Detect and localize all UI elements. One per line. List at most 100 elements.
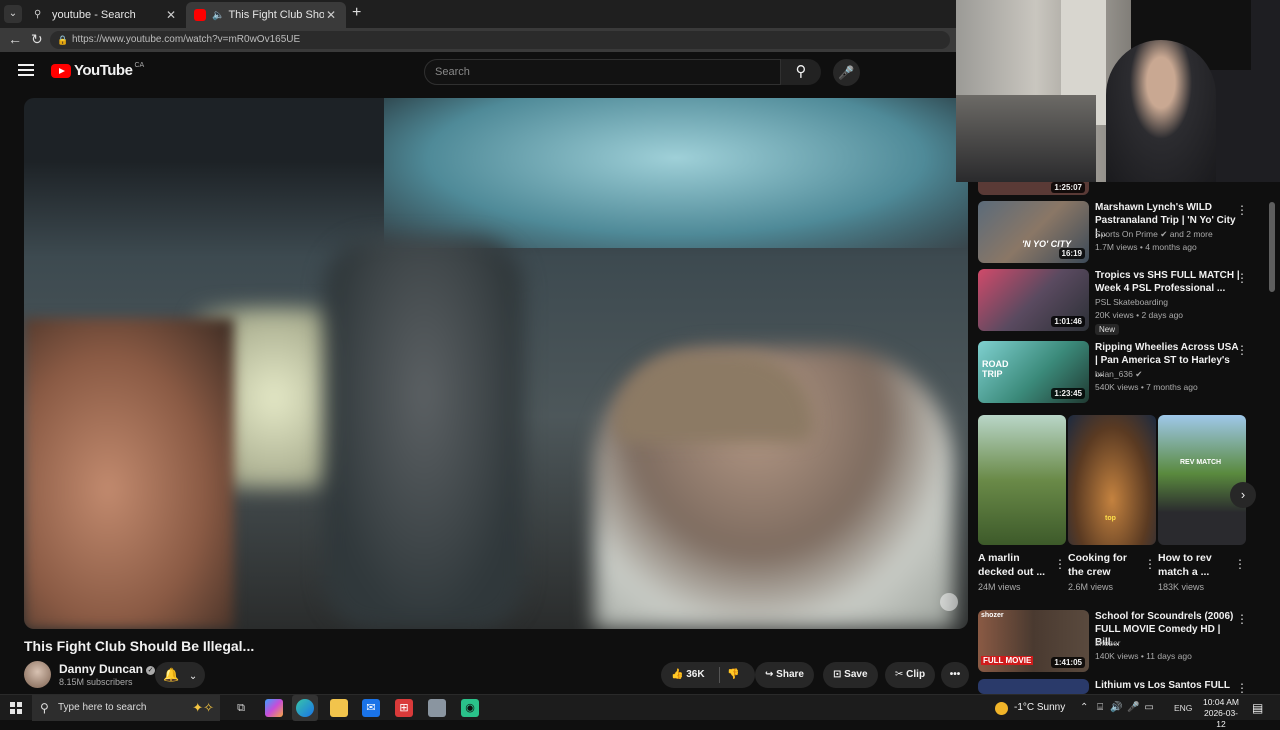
gift-app-icon[interactable]: ⊞ — [395, 699, 413, 717]
new-tab-button[interactable]: + — [352, 4, 361, 22]
clock-date: 2026-03-12 — [1203, 708, 1239, 729]
channel-avatar[interactable] — [24, 661, 51, 688]
game-app-icon[interactable]: ◉ — [461, 699, 479, 717]
more-vertical-icon[interactable]: ⋮ — [1236, 612, 1248, 626]
scrollbar-thumb[interactable] — [1269, 202, 1275, 292]
edge-browser-icon[interactable] — [296, 699, 314, 717]
like-button[interactable]: 👍 36K — [671, 669, 705, 680]
more-vertical-icon[interactable]: ⋮ — [1054, 557, 1066, 571]
video-player[interactable] — [24, 98, 968, 629]
notifications-button[interactable]: 🔔 ⌄ — [155, 662, 205, 688]
shorts-next-button[interactable]: › — [1230, 482, 1256, 508]
thumbnail-top-text: shozer — [981, 612, 1004, 619]
video-frame-sky — [384, 98, 968, 248]
browser-tab-search[interactable]: ⚲ youtube - Search ✕ — [26, 2, 186, 28]
sidebar-video-item[interactable]: Lithium vs Los Santos FULL ⋮ — [978, 679, 1268, 694]
network-icon[interactable]: ⌸ — [1097, 702, 1103, 713]
copilot-icon[interactable] — [265, 699, 283, 717]
short-item[interactable]: top Cooking for the crew 2.6M views ⋮ — [1068, 415, 1156, 592]
dislike-button[interactable]: 👎 — [727, 662, 739, 688]
search-input[interactable]: Search — [424, 59, 781, 85]
channel-extra: and 2 more — [1169, 229, 1213, 239]
taskbar-search-placeholder: Type here to search — [58, 702, 147, 713]
display-icon[interactable]: ▭ — [1144, 702, 1153, 713]
more-vertical-icon[interactable]: ⋮ — [1236, 343, 1248, 357]
sidebar-video-item[interactable]: ROAD TRIP 1:23:45 Ripping Wheelies Acros… — [978, 341, 1268, 403]
thumbs-up-icon: 👍 — [671, 669, 684, 680]
close-tab-icon[interactable]: ✕ — [324, 8, 338, 22]
like-count: 36K — [686, 669, 705, 680]
chevron-down-icon: ⌄ — [188, 671, 198, 682]
video-meta: 20K views • 2 days ago — [1095, 310, 1184, 320]
taskbar-clock[interactable]: 10:04 AM 2026-03-12 — [1200, 697, 1242, 730]
short-item[interactable]: A marlin decked out ... 24M views ⋮ — [978, 415, 1066, 592]
video-title: Tropics vs SHS FULL MATCH | Week 4 PSL P… — [1095, 270, 1240, 294]
video-thumbnail[interactable]: shozer FULL MOVIE 1:41:05 — [978, 610, 1089, 672]
channel-watermark-icon[interactable] — [940, 593, 958, 611]
short-thumbnail[interactable] — [978, 415, 1066, 545]
microphone-icon[interactable]: 🎤 — [1127, 702, 1139, 713]
sun-icon — [995, 701, 1008, 715]
mail-icon[interactable]: ✉ — [362, 699, 380, 717]
sidebar-video-item[interactable]: 'N YO' CITY 16:19 Marshawn Lynch's WILD … — [978, 201, 1268, 263]
chevron-up-icon[interactable]: ⌃ — [1080, 702, 1088, 713]
refresh-icon[interactable]: ↻ — [31, 31, 43, 48]
windows-taskbar: ⚲ Type here to search ✦✧ ⧉ ✉ ⊞ ◉ -1°C Su… — [0, 694, 1280, 729]
short-title: A marlin decked out ... — [978, 552, 1046, 578]
more-vertical-icon[interactable]: ⋮ — [1236, 203, 1248, 217]
channel-name: brian_636 — [1095, 369, 1133, 379]
video-frame-person-left — [24, 318, 234, 629]
windows-start-icon[interactable] — [10, 702, 22, 714]
task-view-icon[interactable]: ⧉ — [232, 699, 250, 717]
desktop-app-icon[interactable] — [428, 699, 446, 717]
speaker-icon[interactable]: 🔈 — [212, 10, 224, 21]
taskbar-search-input[interactable]: ⚲ Type here to search ✦✧ — [32, 695, 220, 721]
sidebar-video-item[interactable]: 1:01:46 Tropics vs SHS FULL MATCH | Week… — [978, 269, 1268, 339]
language-indicator[interactable]: ENG — [1174, 695, 1192, 721]
sidebar-video-item[interactable]: shozer FULL MOVIE 1:41:05 School for Sco… — [978, 610, 1268, 672]
hamburger-menu-icon[interactable] — [18, 64, 34, 76]
channel-line: brian_636 ✔ — [1095, 369, 1142, 380]
more-vertical-icon[interactable]: ⋮ — [1236, 271, 1248, 285]
clip-button[interactable]: ✂ Clip — [885, 662, 936, 688]
divider — [719, 667, 720, 683]
video-duration: 1:41:05 — [1051, 657, 1085, 668]
video-thumbnail[interactable]: 1:01:46 — [978, 269, 1089, 331]
video-frame-cap — [614, 353, 814, 443]
lock-icon: 🔒 — [57, 35, 69, 45]
voice-search-button[interactable]: 🎤 — [833, 59, 860, 86]
notifications-icon[interactable]: ▤ — [1252, 701, 1263, 715]
search-icon: ⚲ — [795, 63, 807, 80]
video-thumbnail[interactable]: ROAD TRIP 1:23:45 — [978, 341, 1089, 403]
browser-tab-video[interactable]: 🔈 This Fight Club Should Be Illegal ✕ — [186, 2, 346, 28]
file-explorer-icon[interactable] — [330, 699, 348, 717]
video-thumbnail[interactable] — [978, 679, 1089, 694]
youtube-logo[interactable]: YouTube CA — [51, 62, 144, 79]
url-field[interactable]: 🔒 https://www.youtube.com/watch?v=mR0wOv… — [50, 31, 950, 49]
microphone-icon: 🎤 — [838, 65, 855, 80]
video-title: This Fight Club Should Be Illegal... — [24, 638, 255, 654]
save-button[interactable]: ⊡ Save — [823, 662, 878, 688]
partial-video-thumbnail[interactable]: 1:25:07 — [978, 182, 1089, 195]
tab-actions-button[interactable]: ⌄ — [4, 5, 22, 23]
youtube-play-icon — [51, 63, 71, 78]
weather-widget[interactable]: -1°C Sunny — [995, 695, 1065, 721]
search-button[interactable]: ⚲ — [781, 59, 821, 85]
back-arrow-icon[interactable]: ← — [8, 31, 22, 47]
volume-icon[interactable]: 🔊 — [1110, 702, 1122, 713]
short-views: 183K views — [1158, 582, 1205, 592]
channel-name[interactable]: Danny Duncan ✓ — [59, 662, 156, 676]
video-thumbnail[interactable]: 'N YO' CITY 16:19 — [978, 201, 1089, 263]
more-vertical-icon[interactable]: ⋮ — [1234, 557, 1246, 571]
sidebar-scrollbar[interactable] — [1268, 182, 1276, 690]
short-thumbnail[interactable]: top — [1068, 415, 1156, 545]
short-thumbnail[interactable]: REV MATCH — [1158, 415, 1246, 545]
more-actions-button[interactable]: ••• — [941, 662, 969, 688]
close-tab-icon[interactable]: ✕ — [164, 8, 178, 22]
share-button[interactable]: ↪ Share — [755, 662, 814, 688]
more-vertical-icon[interactable]: ⋮ — [1144, 557, 1156, 571]
video-duration: 16:19 — [1058, 248, 1085, 259]
more-vertical-icon[interactable]: ⋮ — [1236, 681, 1248, 694]
weather-text: -1°C Sunny — [1014, 702, 1066, 713]
clock-time: 10:04 AM — [1203, 697, 1239, 707]
